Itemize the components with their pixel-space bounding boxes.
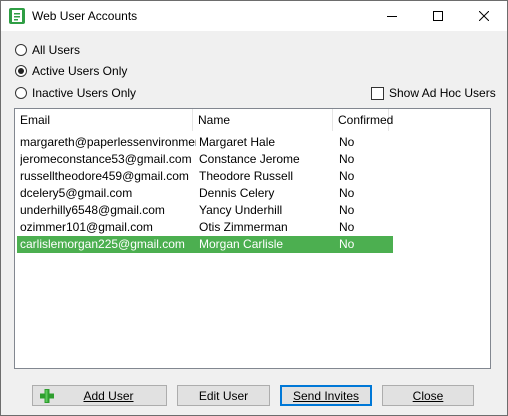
plus-icon [40, 389, 54, 403]
cell-confirmed: No [339, 135, 355, 149]
cell-confirmed: No [339, 220, 355, 234]
window-title: Web User Accounts [32, 9, 138, 23]
table-row[interactable]: underhilly6548@gmail.com Yancy Underhill… [17, 202, 393, 219]
maximize-icon [433, 11, 443, 21]
show-ad-hoc-users-checkbox[interactable] [371, 86, 384, 100]
users-list-view[interactable]: Email Name Confirmed margareth@paperless… [14, 108, 491, 369]
add-user-label: Add User [83, 388, 134, 403]
cell-email: underhilly6548@gmail.com [20, 203, 165, 217]
radio-active-users-only[interactable]: Active Users Only [15, 63, 127, 79]
title-bar[interactable]: Web User Accounts [1, 1, 507, 31]
cell-name: Constance Jerome [199, 152, 300, 166]
column-header-email[interactable]: Email [15, 109, 193, 131]
add-user-button[interactable]: Add User [32, 385, 167, 406]
cell-confirmed: No [339, 186, 355, 200]
cell-name: Yancy Underhill [199, 203, 283, 217]
web-user-accounts-window: Web User Accounts All Users Active Users… [0, 0, 508, 416]
column-header-name[interactable]: Name [193, 109, 333, 131]
close-icon [479, 11, 489, 21]
table-row[interactable]: jeromeconstance53@gmail.com Constance Je… [17, 151, 393, 168]
cell-name: Dennis Celery [199, 186, 275, 200]
send-invites-label: Send Invites [292, 388, 360, 403]
cell-confirmed: No [339, 152, 355, 166]
cell-email: ozimmer101@gmail.com [20, 220, 153, 234]
radio-inactive-users-only-circle[interactable] [15, 87, 27, 99]
edit-user-label: Edit User [198, 388, 249, 403]
radio-active-users-only-circle[interactable] [15, 65, 27, 77]
cell-confirmed: No [339, 203, 355, 217]
radio-inactive-users-only[interactable]: Inactive Users Only [15, 85, 136, 101]
edit-user-button[interactable]: Edit User [177, 385, 270, 406]
radio-active-users-only-label: Active Users Only [32, 64, 128, 78]
show-ad-hoc-users[interactable]: Show Ad Hoc Users [371, 85, 496, 101]
maximize-button[interactable] [415, 1, 461, 31]
table-row-selected[interactable]: carlislemorgan225@gmail.com Morgan Carli… [17, 236, 393, 253]
cell-email: margareth@paperlessenvironmen... [20, 135, 196, 149]
cell-name: Morgan Carlisle [199, 237, 284, 251]
radio-all-users-label: All Users [32, 43, 81, 57]
cell-name: Otis Zimmerman [199, 220, 288, 234]
radio-all-users[interactable]: All Users [15, 42, 80, 58]
close-label: Close [412, 388, 444, 403]
column-header-confirmed[interactable]: Confirmed [333, 109, 393, 131]
minimize-icon [387, 16, 397, 17]
radio-all-users-circle[interactable] [15, 44, 27, 56]
cell-email: russelltheodore459@gmail.com [20, 169, 189, 183]
close-button[interactable]: Close [382, 385, 474, 406]
cell-confirmed: No [339, 169, 355, 183]
cell-name: Margaret Hale [199, 135, 276, 149]
cell-email: jeromeconstance53@gmail.com [20, 152, 192, 166]
radio-inactive-users-only-label: Inactive Users Only [32, 86, 137, 100]
cell-confirmed: No [339, 237, 355, 251]
cell-email: carlislemorgan225@gmail.com [20, 237, 185, 251]
list-header: Email Name Confirmed [15, 109, 490, 131]
table-row[interactable]: margareth@paperlessenvironmen... Margare… [17, 134, 393, 151]
app-icon [9, 8, 25, 24]
table-row[interactable]: dcelery5@gmail.com Dennis Celery No [17, 185, 393, 202]
show-ad-hoc-users-label: Show Ad Hoc Users [389, 86, 496, 100]
cell-name: Theodore Russell [199, 169, 294, 183]
table-row[interactable]: ozimmer101@gmail.com Otis Zimmerman No [17, 219, 393, 236]
table-row[interactable]: russelltheodore459@gmail.com Theodore Ru… [17, 168, 393, 185]
close-window-button[interactable] [461, 1, 507, 31]
minimize-button[interactable] [369, 1, 415, 31]
cell-email: dcelery5@gmail.com [20, 186, 133, 200]
send-invites-button[interactable]: Send Invites [280, 385, 372, 406]
